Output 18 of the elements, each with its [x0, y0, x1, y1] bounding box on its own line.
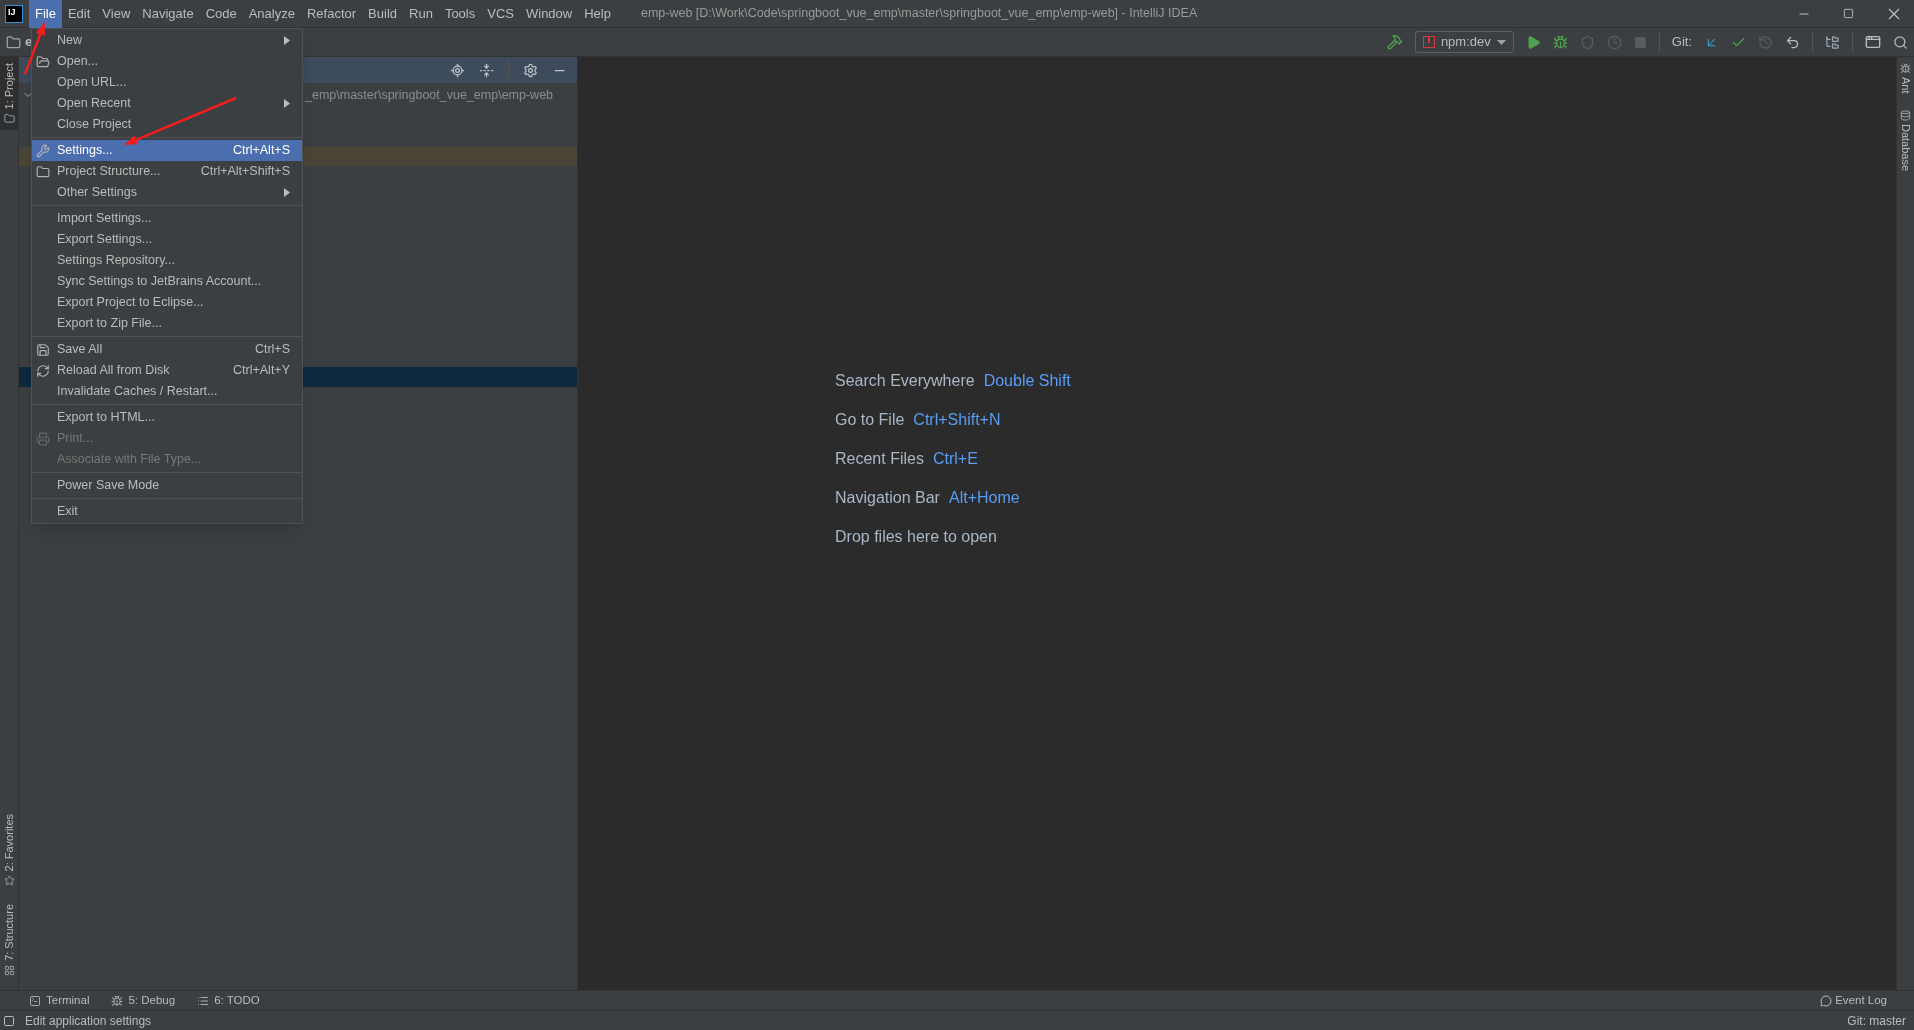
shortcut-label: Ctrl+E	[932, 448, 978, 469]
hint-label: Drop files here to open	[835, 526, 997, 547]
shortcut-label: Alt+Home	[948, 487, 1020, 508]
shortcut-label: Ctrl+Alt+Shift+S	[200, 163, 290, 181]
shortcut-label: Double Shift	[983, 370, 1071, 391]
hint-label: Recent Files	[835, 448, 924, 469]
shortcut-label: Ctrl+Alt+Y	[233, 362, 290, 380]
shortcut-label: Ctrl+S	[254, 341, 290, 359]
project-path: _emp\master\springboot_vue_emp\emp-web	[305, 86, 554, 104]
git-label: Git:	[1671, 33, 1692, 52]
shortcut-label: Ctrl+Alt+S	[233, 142, 290, 160]
hint-label: Search Everywhere	[835, 370, 975, 391]
app-logo: IJ	[5, 4, 23, 23]
shortcut-label: Ctrl+Shift+N	[913, 409, 1001, 430]
window-title: emp-web [D:\Work\Code\springboot_vue_emp\master\springboot_vue_emp\emp-web] - IntelliJ IDEA	[640, 5, 1198, 23]
hint-label: Go to File	[835, 409, 905, 430]
hint-label: Navigation Bar	[835, 487, 940, 508]
status-message: Edit application settings	[25, 1012, 152, 1030]
